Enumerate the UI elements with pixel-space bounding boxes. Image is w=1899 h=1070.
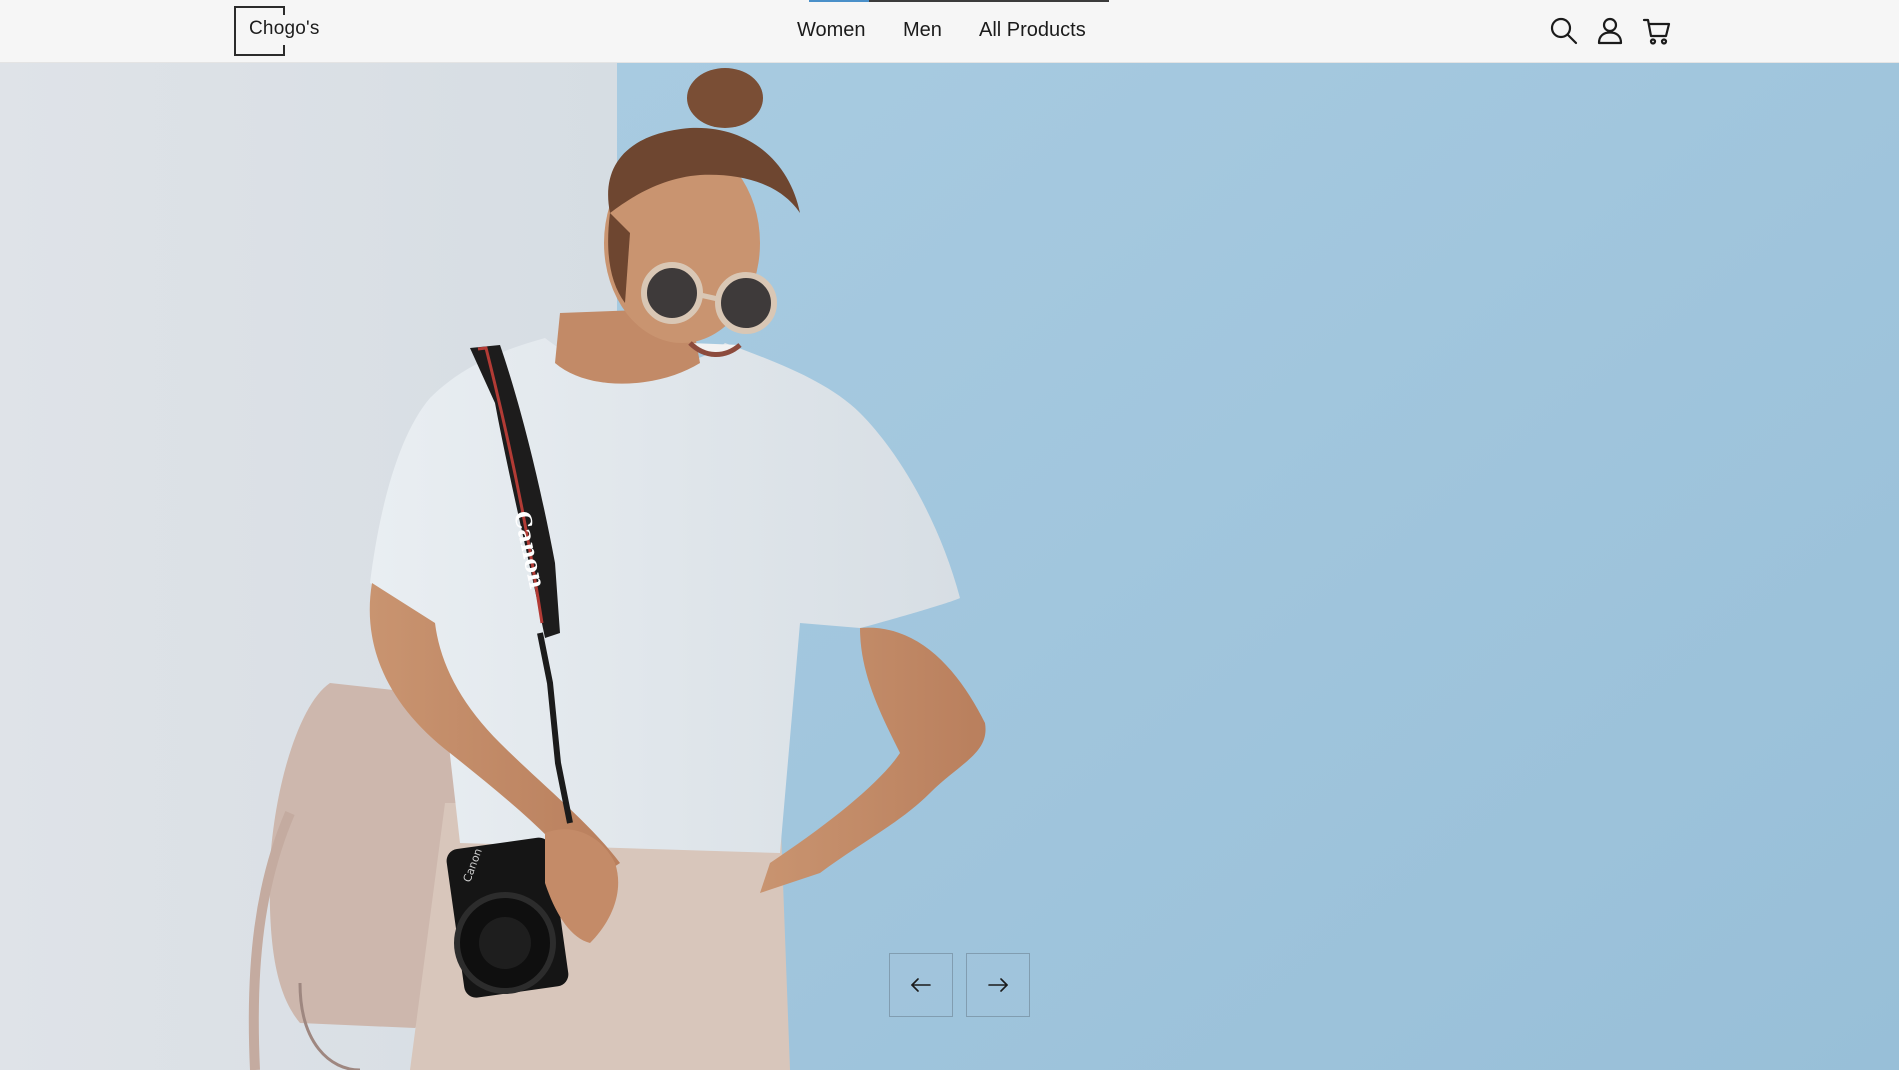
slider-next-button[interactable] — [966, 953, 1030, 1017]
site-header: Chogo's Women Men All Products — [0, 0, 1899, 63]
hero-image: Canon Canon — [0, 63, 1899, 1070]
user-icon[interactable] — [1594, 15, 1626, 47]
hero-banner: Canon Canon — [0, 63, 1899, 1070]
nav-link-women[interactable]: Women — [797, 19, 866, 42]
slide-progress-fill — [809, 0, 869, 2]
cart-icon[interactable] — [1641, 15, 1673, 47]
nav-link-men[interactable]: Men — [903, 19, 942, 42]
slider-prev-button[interactable] — [889, 953, 953, 1017]
search-icon[interactable] — [1548, 15, 1580, 47]
slide-progress-bar — [809, 0, 1109, 2]
nav-link-all-products[interactable]: All Products — [979, 19, 1086, 42]
arrow-left-icon — [911, 978, 931, 992]
arrow-right-icon — [988, 978, 1008, 992]
